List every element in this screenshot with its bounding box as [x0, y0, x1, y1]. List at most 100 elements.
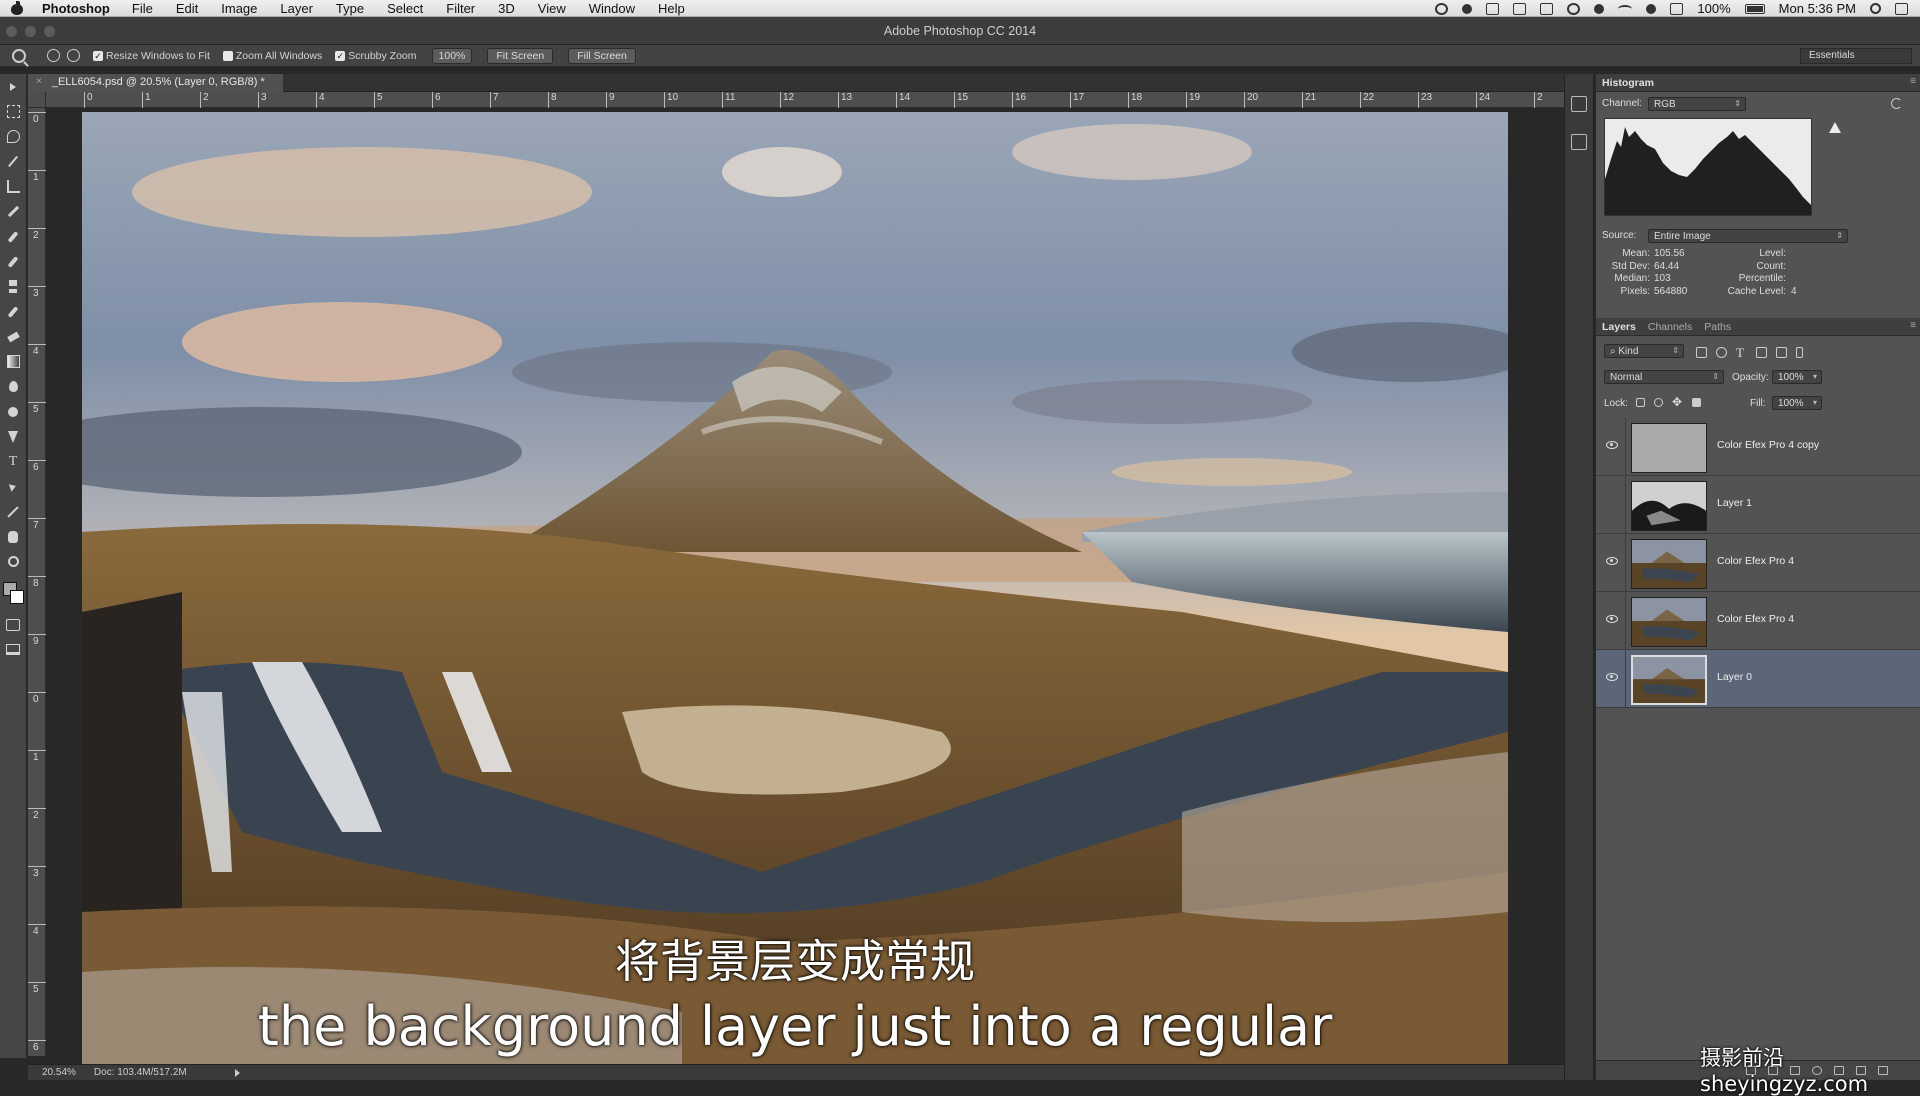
close-document-icon[interactable]: × — [36, 76, 42, 92]
zoom-out-icon[interactable] — [67, 49, 80, 62]
menu-edit[interactable]: Edit — [176, 1, 198, 16]
time-machine-icon[interactable] — [1567, 2, 1581, 15]
visibility-toggle[interactable] — [1596, 418, 1626, 476]
eraser-tool[interactable] — [0, 324, 26, 349]
menu-select[interactable]: Select — [387, 1, 423, 16]
refresh-icon[interactable] — [1891, 98, 1902, 109]
wifi-icon[interactable] — [1618, 4, 1633, 13]
zoom-tool-preset-icon[interactable] — [12, 48, 26, 63]
zoom-in-icon[interactable] — [47, 49, 60, 62]
gear-icon[interactable] — [1462, 3, 1473, 14]
screen-mode-button[interactable] — [0, 637, 26, 662]
workspace-switcher[interactable]: Essentials — [1800, 48, 1912, 64]
source-select[interactable]: Entire Image ⇕ — [1648, 229, 1848, 243]
input-source-icon[interactable] — [1670, 2, 1684, 15]
menu-image[interactable]: Image — [221, 1, 257, 16]
clone-stamp-tool[interactable] — [0, 274, 26, 299]
lock-image-icon[interactable] — [1654, 398, 1663, 407]
horizontal-ruler[interactable]: 0 1 2 3 4 5 6 7 8 9 10 11 12 13 14 15 16 17 18 19 20 21 22 23 24… — [46, 92, 1564, 108]
status-zoom-level[interactable]: 20.54% — [42, 1067, 76, 1078]
layer-row-layer-1[interactable]: Layer 1 — [1596, 476, 1920, 534]
eyedropper-tool[interactable] — [0, 199, 26, 224]
type-tool[interactable]: T — [0, 449, 26, 474]
vertical-ruler[interactable]: 0 1 2 3 4 5 6 7 8 9 0 1 2 3 4 5 6 — [28, 108, 46, 1056]
scrubby-zoom-checkbox[interactable]: ✓ Scrubby Zoom — [335, 50, 417, 62]
panel-menu-icon[interactable]: ≡ — [1910, 320, 1916, 331]
lock-all-icon[interactable] — [1692, 398, 1701, 407]
menubar-clock[interactable]: Mon 5:36 PM — [1779, 1, 1856, 16]
opacity-field[interactable]: 100% ▾ — [1772, 370, 1822, 384]
menu-3d[interactable]: 3D — [498, 1, 515, 16]
visibility-toggle[interactable] — [1596, 476, 1626, 534]
background-color-swatch[interactable] — [10, 590, 24, 604]
notification-center-icon[interactable] — [1895, 2, 1908, 15]
menu-layer[interactable]: Layer — [280, 1, 313, 16]
menu-filter[interactable]: Filter — [446, 1, 475, 16]
properties-panel-icon[interactable] — [1571, 134, 1587, 150]
gradient-tool[interactable] — [0, 349, 26, 374]
uncached-data-warning-icon[interactable] — [1829, 122, 1841, 133]
crop-tool[interactable] — [0, 174, 26, 199]
fit-screen-button[interactable]: Fit Screen — [487, 47, 554, 64]
document-tab[interactable]: × _ELL6054.psd @ 20.5% (Layer 0, RGB/8) … — [28, 74, 283, 92]
visibility-toggle[interactable] — [1596, 650, 1626, 708]
close-window-button[interactable] — [6, 26, 17, 37]
move-tool[interactable] — [0, 74, 26, 99]
display-icon[interactable] — [1486, 2, 1500, 15]
filter-adjustment-icon[interactable] — [1716, 347, 1727, 358]
keyboard-icon[interactable] — [1540, 2, 1554, 15]
dodge-tool[interactable] — [0, 399, 26, 424]
filter-pixel-icon[interactable] — [1696, 347, 1707, 358]
menu-file[interactable]: File — [132, 1, 153, 16]
visibility-toggle[interactable] — [1596, 534, 1626, 592]
blend-mode-select[interactable]: Normal ⇕ — [1604, 370, 1724, 384]
tab-channels[interactable]: Channels — [1648, 321, 1692, 333]
tab-histogram[interactable]: Histogram — [1602, 77, 1654, 89]
menu-view[interactable]: View — [538, 1, 566, 16]
layer-row-color-efex-copy[interactable]: Color Efex Pro 4 copy — [1596, 418, 1920, 476]
history-panel-icon[interactable] — [1571, 96, 1587, 112]
zoom-all-windows-checkbox[interactable]: Zoom All Windows — [222, 50, 322, 62]
filter-toggle-icon[interactable] — [1796, 347, 1803, 358]
volume-icon[interactable] — [1646, 3, 1657, 14]
filter-smart-object-icon[interactable] — [1776, 347, 1787, 358]
status-menu-arrow-icon[interactable] — [234, 1068, 240, 1077]
quick-selection-tool[interactable] — [0, 149, 26, 174]
filter-shape-icon[interactable] — [1756, 347, 1767, 358]
panel-menu-icon[interactable]: ≡ — [1910, 76, 1916, 87]
layer-row-color-efex[interactable]: Color Efex Pro 4 — [1596, 534, 1920, 592]
resize-windows-checkbox[interactable]: ✓ Resize Windows to Fit — [93, 50, 210, 62]
spotlight-search-icon[interactable] — [1870, 3, 1881, 14]
tab-layers[interactable]: Layers — [1602, 321, 1636, 333]
zoom-tool[interactable] — [0, 549, 26, 574]
channel-select[interactable]: RGB ⇕ — [1648, 97, 1746, 111]
zoom-100-button[interactable]: 100% — [431, 47, 473, 64]
history-brush-tool[interactable] — [0, 299, 26, 324]
minimize-window-button[interactable] — [25, 26, 36, 37]
marquee-tool[interactable] — [0, 99, 26, 124]
menu-type[interactable]: Type — [336, 1, 364, 16]
path-selection-tool[interactable] — [0, 474, 26, 499]
airplay-icon[interactable] — [1513, 2, 1527, 15]
apple-icon[interactable] — [10, 0, 24, 16]
menu-app-photoshop[interactable]: Photoshop — [42, 1, 110, 16]
menu-help[interactable]: Help — [658, 1, 685, 16]
layer-row-color-efex-2[interactable]: Color Efex Pro 4 — [1596, 592, 1920, 650]
healing-brush-tool[interactable] — [0, 224, 26, 249]
blur-tool[interactable] — [0, 374, 26, 399]
record-icon[interactable] — [1435, 2, 1449, 15]
filter-type-icon[interactable]: T — [1736, 345, 1744, 361]
menu-window[interactable]: Window — [589, 1, 635, 16]
zoom-window-button[interactable] — [44, 26, 55, 37]
lock-position-icon[interactable]: ✥ — [1672, 395, 1682, 409]
layer-filter-select[interactable]: ⌕ Kind ⇕ — [1604, 344, 1684, 358]
lock-transparent-icon[interactable] — [1636, 398, 1645, 407]
brush-tool[interactable] — [0, 249, 26, 274]
ruler-origin[interactable] — [28, 92, 46, 108]
battery-icon[interactable] — [1744, 3, 1765, 14]
hand-tool[interactable] — [0, 524, 26, 549]
fill-screen-button[interactable]: Fill Screen — [568, 47, 636, 64]
layer-row-layer-0[interactable]: Layer 0 — [1596, 650, 1920, 708]
quick-mask-button[interactable] — [0, 612, 26, 637]
visibility-toggle[interactable] — [1596, 592, 1626, 650]
